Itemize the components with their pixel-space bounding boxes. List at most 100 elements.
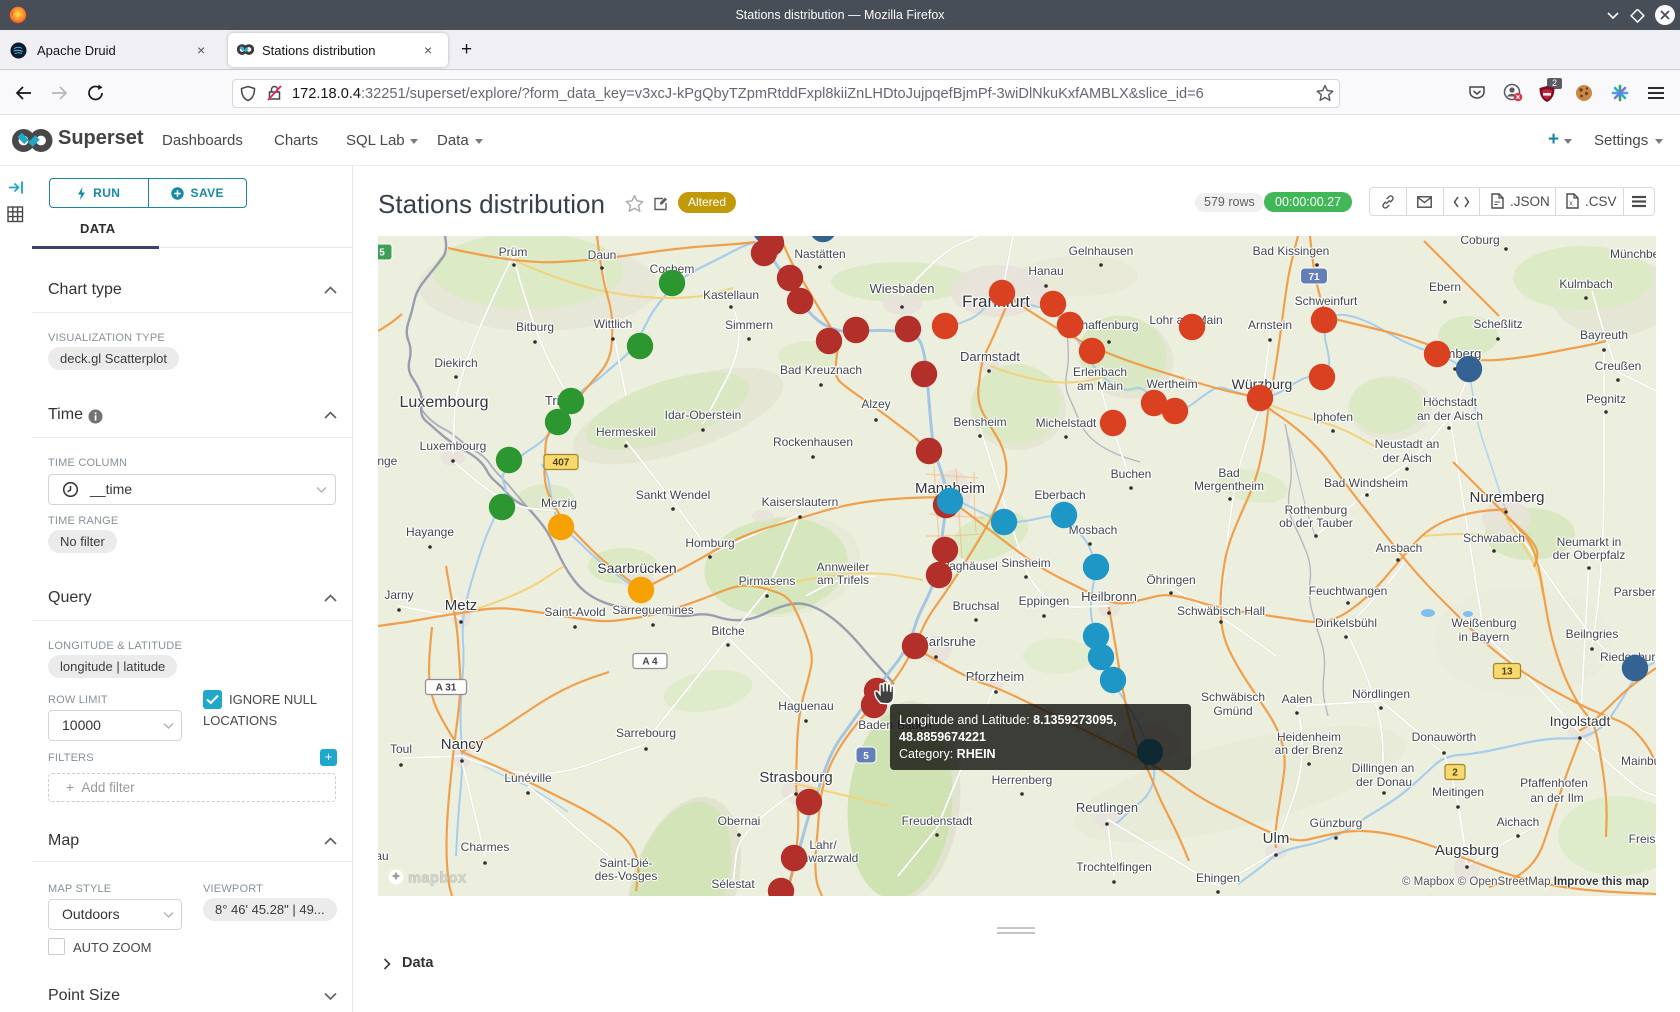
svg-text:des-Vosges: des-Vosges xyxy=(595,869,658,883)
svg-text:Schweinfurt: Schweinfurt xyxy=(1295,294,1358,308)
svg-text:am Main: am Main xyxy=(1077,379,1123,393)
svg-text:Creußen: Creußen xyxy=(1595,359,1642,373)
svg-text:Mosbach: Mosbach xyxy=(1069,523,1118,537)
svg-text:Dillingen an: Dillingen an xyxy=(1352,761,1415,775)
svg-text:Aichach: Aichach xyxy=(1497,815,1540,829)
svg-text:Hayange: Hayange xyxy=(406,525,454,539)
svg-text:Wiesbaden: Wiesbaden xyxy=(869,281,934,296)
svg-text:ob der Tauber: ob der Tauber xyxy=(1279,516,1353,530)
svg-text:Wittlich: Wittlich xyxy=(594,317,633,331)
svg-text:Eppingen: Eppingen xyxy=(1019,594,1070,608)
svg-text:Nancy: Nancy xyxy=(441,736,484,753)
svg-text:mapbox: mapbox xyxy=(408,871,467,887)
svg-text:der Donau: der Donau xyxy=(1356,775,1412,789)
svg-text:an der Ilm: an der Ilm xyxy=(1530,791,1583,805)
svg-text:Saint-Dié-: Saint-Dié- xyxy=(599,856,652,870)
svg-text:am Trifels: am Trifels xyxy=(817,573,869,587)
svg-text:Bruchsal: Bruchsal xyxy=(953,599,1000,613)
svg-text:Mergentheim: Mergentheim xyxy=(1194,479,1264,493)
svg-text:Bitche: Bitche xyxy=(711,624,745,638)
svg-text:Kastellaun: Kastellaun xyxy=(703,288,759,302)
svg-text:Aalen: Aalen xyxy=(1282,692,1313,706)
svg-text:5: 5 xyxy=(379,248,385,259)
svg-text:Neustadt an: Neustadt an xyxy=(1375,437,1440,451)
svg-text:Alzey: Alzey xyxy=(861,397,890,411)
svg-text:Arnstein: Arnstein xyxy=(1248,318,1292,332)
svg-text:407: 407 xyxy=(553,458,570,469)
svg-text:Bad Kissingen: Bad Kissingen xyxy=(1253,244,1330,258)
svg-text:Meitingen: Meitingen xyxy=(1432,785,1484,799)
svg-text:Metz: Metz xyxy=(445,597,478,614)
svg-text:Neumarkt in: Neumarkt in xyxy=(1557,535,1622,549)
svg-text:13: 13 xyxy=(1501,667,1513,678)
svg-text:Feuchtwangen: Feuchtwangen xyxy=(1309,584,1388,598)
svg-text:Heidenheim: Heidenheim xyxy=(1277,730,1341,744)
svg-text:Weißenburg: Weißenburg xyxy=(1451,616,1516,630)
svg-text:Prüm: Prüm xyxy=(499,245,528,259)
svg-text:Kaiserslautern: Kaiserslautern xyxy=(762,495,839,509)
svg-text:Freising: Freising xyxy=(1629,832,1656,846)
svg-text:Strasbourg: Strasbourg xyxy=(759,769,832,786)
svg-text:Hanau: Hanau xyxy=(1028,264,1063,278)
svg-text:Diekirch: Diekirch xyxy=(434,356,477,370)
svg-text:Simmern: Simmern xyxy=(725,318,773,332)
svg-text:Charmes: Charmes xyxy=(461,840,510,854)
svg-text:A 4: A 4 xyxy=(642,657,658,668)
svg-text:Ingolstadt: Ingolstadt xyxy=(1550,713,1611,729)
svg-text:Darmstadt: Darmstadt xyxy=(960,349,1020,364)
svg-text:Obernai: Obernai xyxy=(718,814,761,828)
svg-text:Günzburg: Günzburg xyxy=(1310,816,1363,830)
svg-text:Nuremberg: Nuremberg xyxy=(1469,489,1544,506)
svg-text:Sarreguemines: Sarreguemines xyxy=(612,603,693,617)
svg-text:Gelnhausen: Gelnhausen xyxy=(1069,244,1134,258)
svg-text:Rothenburg: Rothenburg xyxy=(1285,503,1348,517)
svg-text:© Mapbox © OpenStreetMap Impro: © Mapbox © OpenStreetMap Improve this ma… xyxy=(1402,876,1649,888)
svg-text:Bad: Bad xyxy=(1218,466,1239,480)
svg-text:Sankt Wendel: Sankt Wendel xyxy=(636,488,711,502)
svg-text:Homburg: Homburg xyxy=(685,536,734,550)
svg-text:Öhringen: Öhringen xyxy=(1146,573,1195,587)
svg-text:Herrenberg: Herrenberg xyxy=(992,773,1053,787)
svg-text:Saint-Avold: Saint-Avold xyxy=(544,605,605,619)
svg-text:Bad Kreuznach: Bad Kreuznach xyxy=(780,363,862,377)
svg-text:Sinsheim: Sinsheim xyxy=(1001,556,1050,570)
svg-text:Idar-Oberstein: Idar-Oberstein xyxy=(665,408,742,422)
svg-text:Nördlingen: Nördlingen xyxy=(1352,687,1410,701)
svg-text:Pegnitz: Pegnitz xyxy=(1586,392,1626,406)
svg-text:Trochtelfingen: Trochtelfingen xyxy=(1076,860,1152,874)
svg-text:Dinkelsbühl: Dinkelsbühl xyxy=(1315,616,1377,630)
svg-text:Sarrebourg: Sarrebourg xyxy=(616,726,676,740)
svg-text:Erlenbach: Erlenbach xyxy=(1073,365,1127,379)
svg-text:Annweiler: Annweiler xyxy=(817,560,870,574)
svg-text:Bitburg: Bitburg xyxy=(516,320,554,334)
svg-text:A 31: A 31 xyxy=(436,683,457,694)
svg-text:in Bayern: in Bayern xyxy=(1459,630,1510,644)
svg-text:Rockenhausen: Rockenhausen xyxy=(773,435,853,449)
svg-text:Sélestat: Sélestat xyxy=(711,877,755,891)
svg-text:Iphofen: Iphofen xyxy=(1313,410,1353,424)
svg-text:der Oberpfalz: der Oberpfalz xyxy=(1553,548,1626,562)
svg-text:Ebern: Ebern xyxy=(1429,280,1461,294)
svg-text:der Aisch: der Aisch xyxy=(1382,451,1431,465)
svg-text:Nastätten: Nastätten xyxy=(794,247,845,261)
svg-text:Pirmasens: Pirmasens xyxy=(739,574,796,588)
svg-text:Pfaffenhofen: Pfaffenhofen xyxy=(1520,776,1588,790)
svg-text:Kulmbach: Kulmbach xyxy=(1559,277,1612,291)
svg-text:Toul: Toul xyxy=(390,742,412,756)
svg-text:Schwabach: Schwabach xyxy=(1463,531,1525,545)
svg-text:Luxembourg: Luxembourg xyxy=(400,394,489,411)
svg-text:Freudenstadt: Freudenstadt xyxy=(902,814,973,828)
svg-text:Beilngries: Beilngries xyxy=(1566,627,1619,641)
svg-text:Heilbronn: Heilbronn xyxy=(1081,589,1137,604)
svg-text:Pforzheim: Pforzheim xyxy=(966,669,1025,684)
svg-text:Ansbach: Ansbach xyxy=(1376,541,1423,555)
svg-text:an der Brenz: an der Brenz xyxy=(1275,743,1344,757)
svg-text:Wertheim: Wertheim xyxy=(1146,377,1197,391)
svg-text:Schwäbisch Hall: Schwäbisch Hall xyxy=(1177,604,1265,618)
svg-text:2: 2 xyxy=(1452,768,1458,779)
svg-text:Ulm: Ulm xyxy=(1263,830,1290,847)
svg-text:an der Aisch: an der Aisch xyxy=(1417,409,1483,423)
svg-text:Coburg: Coburg xyxy=(1460,236,1499,247)
svg-text:Bayreuth: Bayreuth xyxy=(1580,328,1628,342)
svg-text:Schwäbisch: Schwäbisch xyxy=(1201,690,1265,704)
